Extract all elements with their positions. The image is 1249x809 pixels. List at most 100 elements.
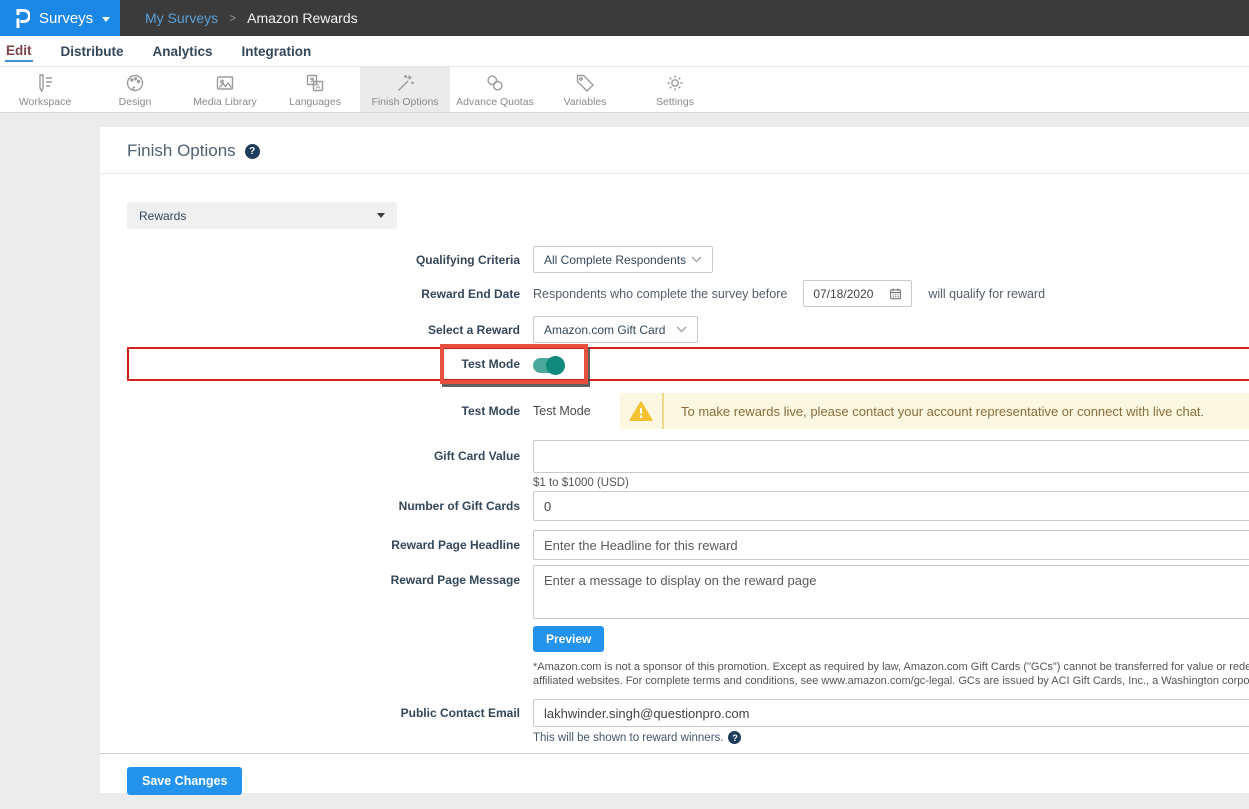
finish-options-panel: Finish Options ? Rewards Qualifying Crit…: [100, 127, 1249, 793]
tab-integration[interactable]: Integration: [241, 42, 313, 61]
select-reward-row: Select a Reward Amazon.com Gift Card: [100, 316, 1249, 343]
toolbar-item-label: Advance Quotas: [456, 96, 534, 108]
chevron-down-icon: [377, 213, 385, 218]
reward-page-headline-input[interactable]: [533, 530, 1249, 560]
number-of-gift-cards-input[interactable]: [533, 491, 1249, 521]
toolbar-item-design[interactable]: Design: [90, 67, 180, 112]
reward-end-date-label: Reward End Date: [100, 287, 533, 301]
question-mark-icon[interactable]: ?: [728, 731, 741, 744]
number-of-gift-cards-row: Number of Gift Cards: [100, 491, 1249, 521]
gift-card-value-row: Gift Card Value $1 to $1000 (USD): [100, 440, 1249, 489]
chain-links-icon: [484, 72, 506, 94]
module-tabs: Edit Distribute Analytics Integration: [0, 36, 1249, 66]
reward-page-message-label: Reward Page Message: [100, 565, 533, 595]
chevron-down-icon: [102, 17, 110, 22]
app-menu-label: Surveys: [39, 10, 93, 27]
questionpro-logo-icon: [13, 6, 30, 30]
amazon-disclaimer: *Amazon.com is not a sponsor of this pro…: [533, 660, 1249, 688]
content-area: Finish Options ? Rewards Qualifying Crit…: [0, 113, 1249, 809]
edit-toolbar: Workspace Design Media Library A Languag…: [0, 66, 1249, 113]
toolbar-item-variables[interactable]: Variables: [540, 67, 630, 112]
save-changes-button[interactable]: Save Changes: [127, 767, 242, 795]
public-contact-email-helper: This will be shown to reward winners. ?: [533, 731, 1249, 744]
preview-row: Preview: [100, 626, 1249, 652]
number-of-gift-cards-label: Number of Gift Cards: [100, 491, 533, 521]
toolbar-item-settings[interactable]: Settings: [630, 67, 720, 112]
test-mode-status-label: Test Mode: [100, 404, 533, 418]
select-reward-select[interactable]: Amazon.com Gift Card: [533, 316, 698, 343]
reward-page-headline-row: Reward Page Headline: [100, 530, 1249, 560]
reward-page-message-row: Reward Page Message: [100, 565, 1249, 619]
question-mark-icon[interactable]: ?: [245, 144, 260, 159]
warning-icon-cell: [620, 400, 662, 422]
tab-edit[interactable]: Edit: [5, 41, 33, 62]
chevron-down-icon: [691, 256, 702, 263]
tag-icon: [574, 72, 596, 94]
preview-button[interactable]: Preview: [533, 626, 604, 652]
toolbar-item-advance-quotas[interactable]: Advance Quotas: [450, 67, 540, 112]
helper-text: This will be shown to reward winners.: [533, 732, 723, 744]
disclaimer-line-2: affiliated websites. For complete terms …: [533, 674, 1249, 688]
gift-card-value-helper: $1 to $1000 (USD): [533, 477, 1249, 489]
breadcrumb-separator: >: [229, 11, 236, 25]
select-reward-label: Select a Reward: [100, 323, 533, 337]
test-mode-toggle[interactable]: [533, 358, 563, 373]
rewards-form: Qualifying Criteria All Complete Respond…: [100, 246, 1249, 795]
select-reward-value: Amazon.com Gift Card: [544, 323, 665, 337]
reward-end-date-prefix: Respondents who complete the survey befo…: [533, 287, 787, 301]
toolbar-item-label: Languages: [289, 96, 341, 108]
reward-end-date-input[interactable]: 07/18/2020: [803, 280, 912, 307]
toolbar-item-label: Workspace: [19, 96, 71, 108]
toggle-knob: [546, 356, 565, 375]
breadcrumb-my-surveys[interactable]: My Surveys: [145, 10, 218, 26]
top-bar: Surveys My Surveys > Amazon Rewards: [0, 0, 1249, 36]
page-title: Finish Options: [127, 141, 236, 161]
chevron-down-icon: [676, 326, 687, 333]
svg-text:A: A: [315, 81, 320, 90]
toolbar-item-languages[interactable]: A Languages: [270, 67, 360, 112]
magic-wand-icon: [394, 72, 416, 94]
rewards-section-dropdown[interactable]: Rewards: [127, 202, 397, 229]
test-mode-warning-banner: To make rewards live, please contact you…: [620, 393, 1249, 429]
toolbar-item-label: Design: [119, 96, 152, 108]
toolbar-item-label: Variables: [564, 96, 607, 108]
qualifying-criteria-row: Qualifying Criteria All Complete Respond…: [100, 246, 1249, 273]
reward-end-date-value: 07/18/2020: [813, 287, 873, 301]
warning-triangle-icon: [629, 400, 653, 422]
public-contact-email-label: Public Contact Email: [100, 699, 533, 727]
image-icon: [214, 72, 236, 94]
tab-analytics[interactable]: Analytics: [152, 42, 214, 61]
qualifying-criteria-label: Qualifying Criteria: [100, 253, 533, 267]
disclaimer-line-1: *Amazon.com is not a sponsor of this pro…: [533, 660, 1249, 674]
workspace-icon: [34, 72, 56, 94]
test-mode-status-row: Test Mode Test Mode To make rewards live…: [100, 393, 1249, 429]
breadcrumb: My Surveys > Amazon Rewards: [145, 0, 358, 36]
tab-distribute[interactable]: Distribute: [60, 42, 125, 61]
gift-card-value-input[interactable]: [533, 440, 1249, 473]
reward-end-date-suffix: will qualify for reward: [928, 287, 1045, 301]
qualifying-criteria-select[interactable]: All Complete Respondents: [533, 246, 713, 273]
gift-card-value-group: $1 to $1000 (USD): [533, 440, 1249, 489]
translate-icon: A: [304, 72, 326, 94]
public-contact-email-input[interactable]: [533, 699, 1249, 727]
disclaimer-row: *Amazon.com is not a sponsor of this pro…: [100, 660, 1249, 688]
reward-page-message-input[interactable]: [533, 565, 1249, 619]
breadcrumb-current: Amazon Rewards: [247, 10, 358, 26]
public-contact-email-row: Public Contact Email This will be shown …: [100, 699, 1249, 744]
test-mode-status-value: Test Mode: [533, 404, 620, 418]
toolbar-item-label: Media Library: [193, 96, 257, 108]
toolbar-item-media-library[interactable]: Media Library: [180, 67, 270, 112]
page-title-row: Finish Options ?: [100, 127, 1249, 174]
toolbar-item-finish-options[interactable]: Finish Options: [360, 67, 450, 112]
toolbar-item-label: Settings: [656, 96, 694, 108]
gear-icon: [664, 72, 686, 94]
calendar-icon: [889, 287, 902, 300]
rewards-dropdown-value: Rewards: [139, 209, 186, 223]
app-logo-menu[interactable]: Surveys: [0, 0, 120, 36]
toolbar-item-label: Finish Options: [371, 96, 438, 108]
test-mode-toggle-label: Test Mode: [100, 357, 533, 371]
gift-card-value-label: Gift Card Value: [100, 440, 533, 473]
toolbar-item-workspace[interactable]: Workspace: [0, 67, 90, 112]
test-mode-toggle-row: Test Mode: [100, 349, 1249, 379]
qualifying-criteria-value: All Complete Respondents: [544, 253, 686, 267]
